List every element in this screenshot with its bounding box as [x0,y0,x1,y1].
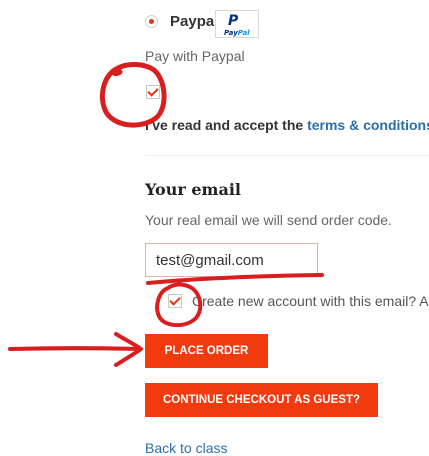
email-input[interactable] [145,243,318,277]
paypal-mark-icon: P [228,13,239,29]
place-order-button[interactable]: PLACE ORDER [145,334,268,368]
continue-guest-button[interactable]: CONTINUE CHECKOUT AS GUEST? [145,383,378,417]
create-account-checkbox[interactable] [168,294,182,308]
terms-checkbox[interactable] [146,85,160,99]
create-account-label: Create new account with this email? Ac [192,293,429,309]
paypal-radio[interactable] [145,15,158,28]
back-to-class-link[interactable]: Back to class [145,440,227,456]
checkmark-icon [169,294,181,306]
checkmark-icon [147,85,159,97]
radio-selected-dot [149,19,154,24]
annotation-arrow-head [114,332,143,367]
paypal-logo: P PayPal [215,10,259,38]
email-section-title: Your email [145,180,241,199]
email-description: Your real email we will send order code. [145,212,392,228]
section-divider [145,155,429,156]
annotation-arrow-shaft [8,346,142,351]
paypal-option-label: Paypal [170,13,219,30]
terms-label: I've read and accept the terms & conditi… [145,117,429,133]
terms-link[interactable]: terms & conditions. [307,117,429,133]
payment-description: Pay with Paypal [145,48,245,64]
paypal-wordmark: PayPal [224,29,250,37]
